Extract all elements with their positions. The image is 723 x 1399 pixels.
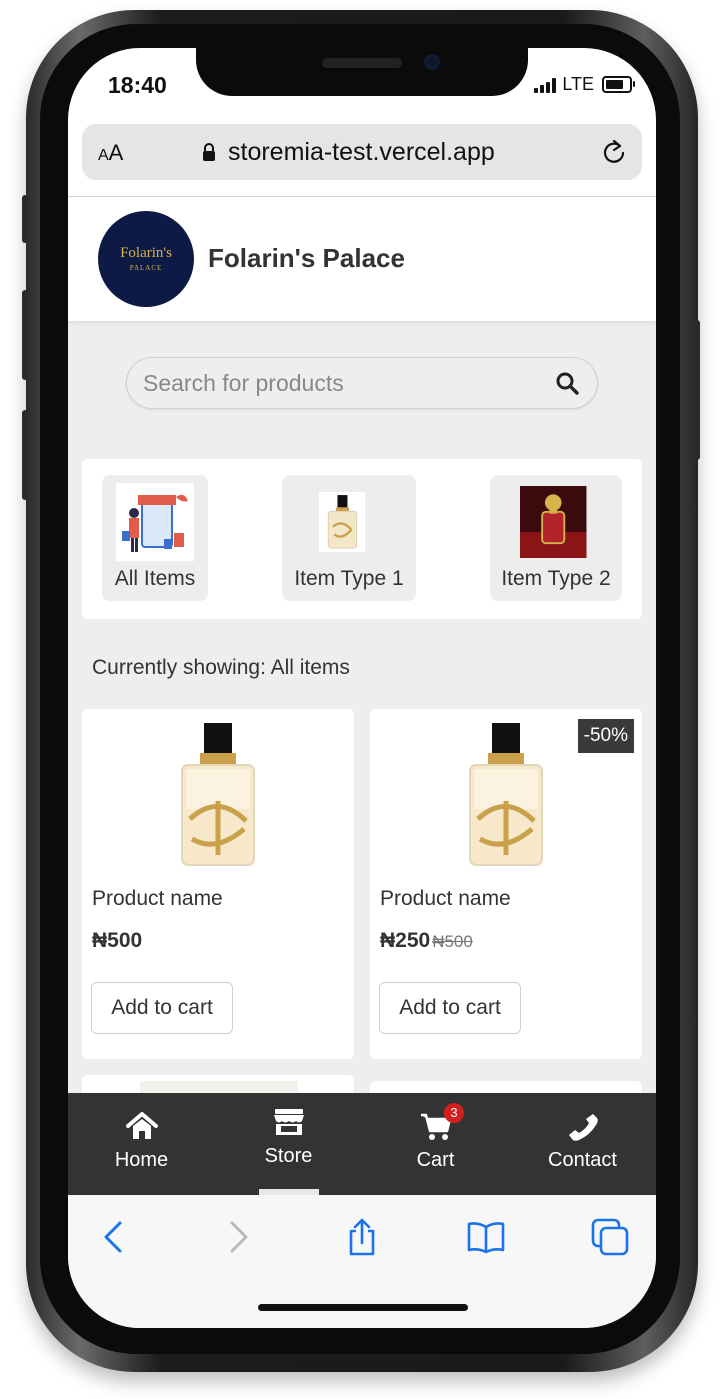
share-icon[interactable] [342,1217,382,1257]
category-label: All Items [114,567,196,590]
price-current: ₦250 [380,929,431,952]
category-label: Item Type 1 [294,567,404,590]
volume-up-button [22,290,28,380]
cart-count-badge: 3 [444,1103,464,1123]
bottom-navigation: Home Store 3 Cart Contact [68,1093,656,1195]
product-price: ₦500 [92,929,142,953]
product-name[interactable]: Product name [92,887,223,911]
store-name: Folarin's Palace [208,243,405,273]
store-icon [273,1109,304,1135]
search-placeholder: Search for products [143,370,344,396]
lock-icon [203,143,215,161]
notch [196,48,528,96]
silent-switch [22,195,28,243]
front-camera [424,54,440,70]
reload-icon[interactable] [600,138,628,166]
signal-icon [534,77,557,93]
nav-label: Cart [416,1149,455,1171]
store-logo[interactable]: Folarin's PALACE [98,211,194,307]
product-image [181,723,255,866]
home-indicator[interactable] [258,1304,468,1311]
status-indicators: LTE [534,74,635,95]
home-icon [125,1112,158,1139]
perfume-bottle-icon [319,492,366,552]
luxury-perfume-icon [520,486,587,558]
nav-label: Store [264,1145,313,1167]
price-original: ₦500 [432,932,473,951]
nav-label: Contact [548,1149,617,1171]
forward-icon[interactable] [218,1217,258,1257]
product-image [469,723,543,866]
tabs-icon[interactable] [590,1217,630,1257]
bookmarks-icon[interactable] [466,1217,506,1257]
category-item-type-2[interactable]: Item Type 2 [490,475,622,601]
url-text[interactable]: storemia-test.vercel.app [228,138,495,167]
back-icon[interactable] [94,1217,134,1257]
nav-home[interactable]: Home [68,1093,215,1195]
price-current: ₦500 [92,929,143,952]
network-type: LTE [562,74,594,94]
add-to-cart-button[interactable]: Add to cart [91,982,233,1034]
store-header: Folarin's PALACE Folarin's Palace [68,197,656,321]
search-input[interactable]: Search for products [126,357,598,409]
nav-cart[interactable]: 3 Cart [362,1093,509,1195]
nav-store[interactable]: Store [215,1093,362,1195]
nav-contact[interactable]: Contact [509,1093,656,1195]
status-time: 18:40 [108,72,167,98]
shopping-illustration-icon [116,483,194,561]
volume-down-button [22,410,28,500]
discount-badge: -50% [577,719,634,753]
logo-subtext: PALACE [129,264,163,272]
product-card[interactable]: Product name ₦500 Add to cart [82,709,354,1059]
battery-icon [602,76,635,93]
product-card[interactable]: -50% Product name ₦250 ₦500 Add to cart [370,709,642,1059]
category-item-type-1[interactable]: Item Type 1 [282,475,416,601]
product-name[interactable]: Product name [380,887,511,911]
power-button [694,320,700,460]
store-page: Search for products All Items Item Type … [68,321,656,1161]
category-label: Item Type 2 [501,567,611,590]
nav-label: Home [114,1149,169,1171]
phone-screen: 18:40 LTE AA storemia-test.vercel.app Fo… [68,48,656,1328]
category-list: All Items Item Type 1 Item Type 2 [82,459,642,619]
category-all-items[interactable]: All Items [102,475,208,601]
search-icon[interactable] [555,371,579,395]
text-size-button[interactable]: AA [98,140,123,166]
filter-status: Currently showing: All items [92,656,350,679]
address-bar[interactable]: AA storemia-test.vercel.app [82,124,642,180]
phone-icon [568,1114,598,1141]
add-to-cart-button[interactable]: Add to cart [379,982,521,1034]
logo-text: Folarin's [120,245,172,261]
speaker-grille [322,58,402,68]
product-price: ₦250 ₦500 [380,929,473,953]
